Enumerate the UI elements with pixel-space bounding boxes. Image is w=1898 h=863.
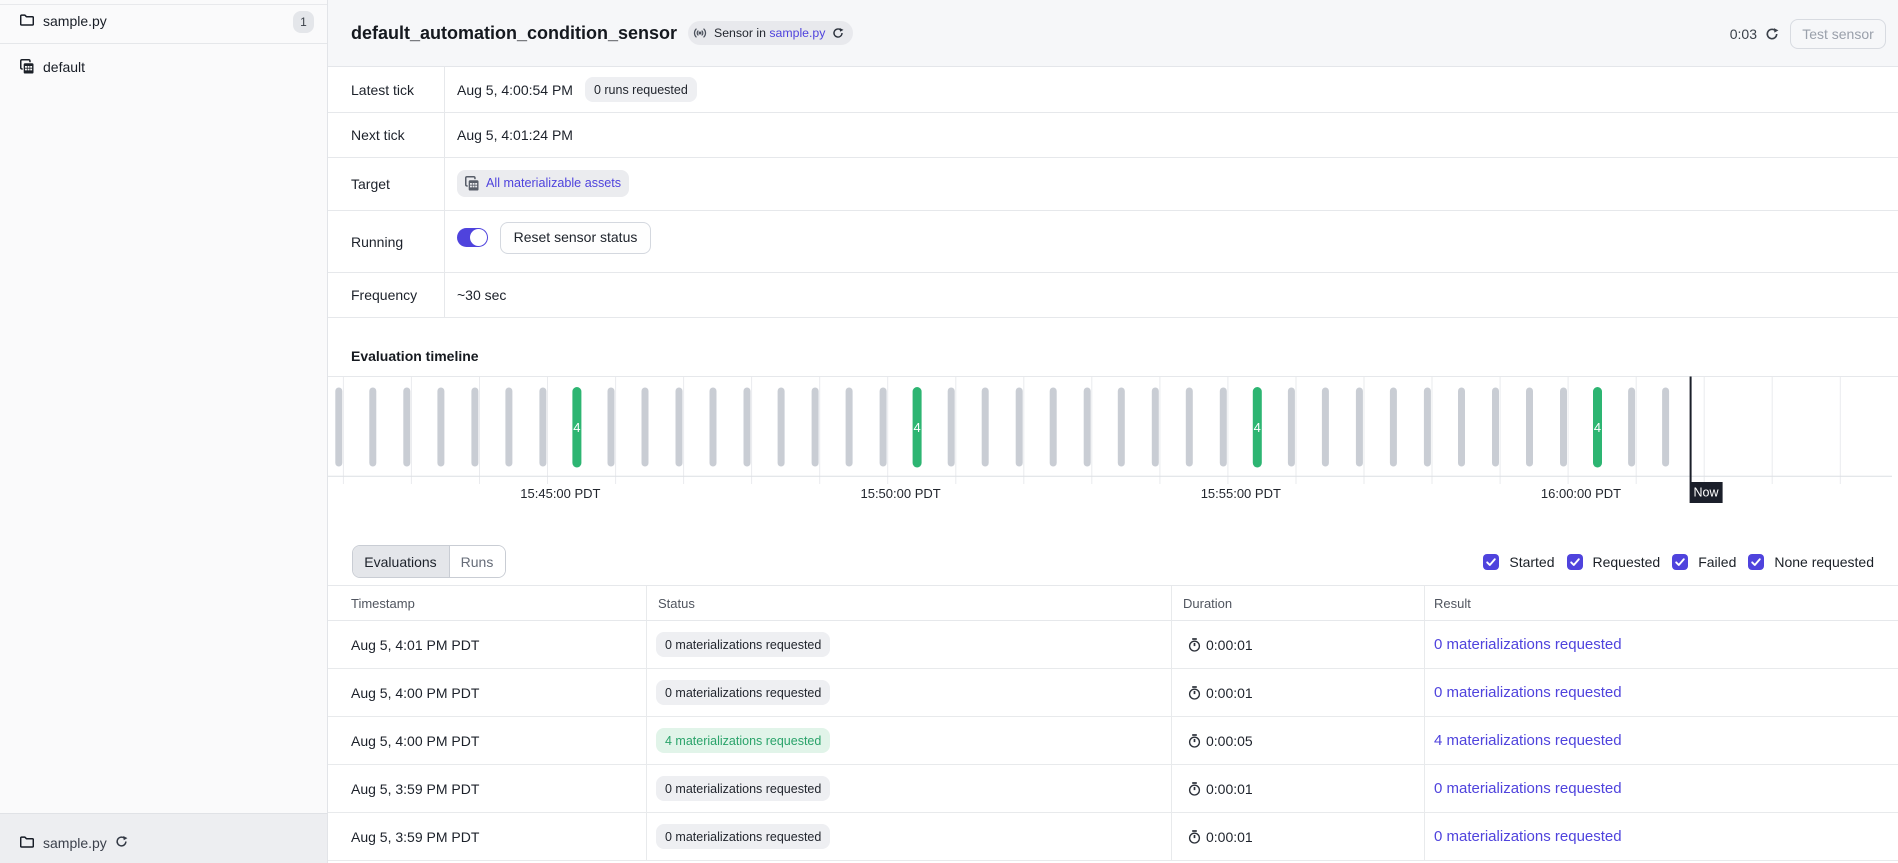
svg-text:4: 4 [1594, 420, 1601, 435]
svg-text:Now: Now [1693, 486, 1719, 500]
svg-text:16:00:00 PDT: 16:00:00 PDT [1541, 486, 1621, 501]
svg-text:15:45:00 PDT: 15:45:00 PDT [520, 486, 600, 501]
svg-text:4: 4 [913, 420, 920, 435]
svg-text:15:55:00 PDT: 15:55:00 PDT [1201, 486, 1281, 501]
svg-text:4: 4 [573, 420, 580, 435]
svg-text:4: 4 [1254, 420, 1261, 435]
svg-text:15:50:00 PDT: 15:50:00 PDT [860, 486, 940, 501]
